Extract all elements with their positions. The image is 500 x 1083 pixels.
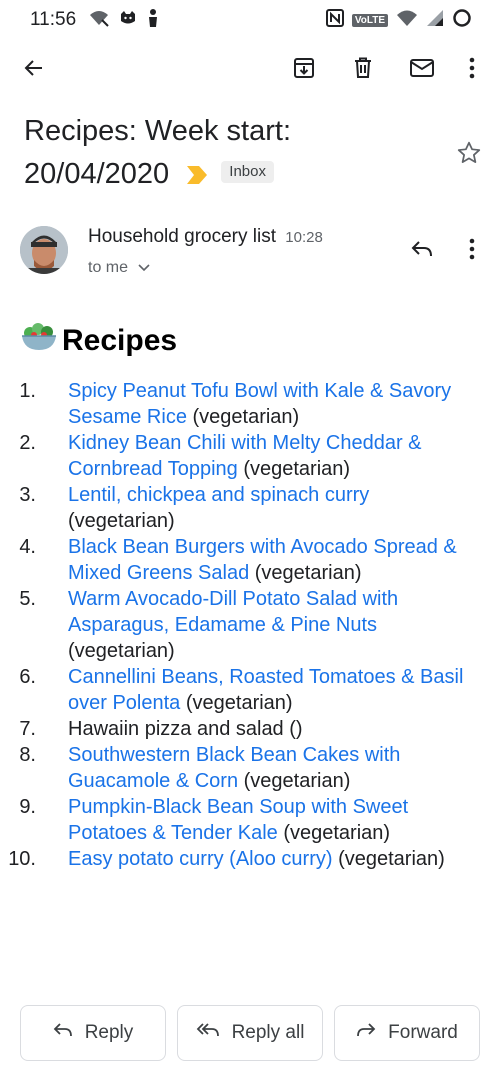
recipe-number: 9.	[19, 796, 36, 818]
reply-button-label: Reply	[84, 1022, 134, 1043]
cat-icon	[118, 8, 138, 33]
subject-line-1: Recipes: Week start:	[24, 115, 292, 147]
recipe-note: (vegetarian)	[238, 770, 351, 792]
mail-icon	[409, 56, 435, 85]
recipe-item: 10. Easy potato curry (Aloo curry) (veget…	[0, 846, 478, 872]
recipe-item: 2. Kidney Bean Chili with Melty Cheddar &…	[0, 430, 478, 482]
recipe-number: 4.	[19, 536, 36, 558]
delete-icon	[351, 56, 375, 85]
delete-button[interactable]	[343, 50, 383, 90]
recipe-note: (vegetarian)	[237, 458, 351, 480]
top-app-bar	[0, 42, 500, 98]
body-heading: Recipes	[20, 320, 177, 362]
recipe-note: (vegetarian)	[68, 640, 175, 662]
reply-button[interactable]: Reply	[20, 1005, 166, 1061]
recipe-list: 1. Spicy Peanut Tofu Bowl with Kale & Sav…	[0, 378, 500, 872]
reply-all-button-label: Reply all	[231, 1022, 305, 1043]
recipe-item: 3. Lentil, chickpea and spinach curry (ve…	[0, 482, 478, 534]
recipe-note: (vegetarian)	[249, 562, 362, 584]
star-icon	[456, 141, 482, 170]
recipe-note: (vegetarian)	[186, 406, 300, 428]
figure-icon	[146, 8, 160, 33]
recipe-item: 1. Spicy Peanut Tofu Bowl with Kale & Sav…	[0, 378, 478, 430]
recipe-item: 6. Cannellini Beans, Roasted Tomatoes & B…	[0, 664, 478, 716]
status-time: 11:56	[30, 9, 77, 30]
recipe-number: 8.	[19, 744, 36, 766]
sender-avatar[interactable]	[20, 226, 68, 274]
recipe-link[interactable]: Easy potato curry (Aloo curry)	[68, 848, 333, 870]
recipe-note: Hawaiin pizza and salad ()	[68, 718, 303, 740]
mark-unread-button[interactable]	[402, 50, 442, 90]
recipe-link[interactable]: Warm Avocado-Dill Potato Salad with Aspa…	[68, 588, 398, 636]
recipe-link[interactable]: Lentil, chickpea and spinach curry	[68, 484, 369, 506]
volte-badge: VoLTE	[351, 14, 388, 27]
recipe-number: 7.	[19, 718, 36, 740]
recipe-item: 5. Warm Avocado-Dill Potato Salad with As…	[0, 586, 478, 664]
more-vert-icon	[469, 238, 475, 265]
archive-icon	[292, 56, 316, 85]
chevron-down-icon	[132, 259, 151, 276]
forward-icon	[356, 1022, 376, 1044]
inbox-label-chip[interactable]: Inbox	[221, 161, 274, 184]
recipe-note: (vegetarian)	[332, 848, 445, 870]
recipe-link[interactable]: Southwestern Black Bean Cakes with Guaca…	[68, 744, 400, 792]
reply-icon	[53, 1022, 73, 1044]
archive-button[interactable]	[284, 50, 324, 90]
signal-icon	[426, 9, 444, 32]
reply-all-icon	[196, 1022, 220, 1044]
recipe-number: 10.	[8, 848, 36, 870]
reply-icon-button[interactable]	[402, 231, 442, 271]
email-subject: Recipes: Week start: 20/04/2020 Inbox	[24, 110, 444, 197]
message-more-button[interactable]	[452, 231, 492, 271]
recipient-text: to me	[88, 259, 129, 276]
wifi-icon	[396, 9, 418, 32]
status-bar: 11:56 VoLTE	[0, 0, 500, 40]
reply-all-button[interactable]: Reply all	[177, 1005, 323, 1061]
back-arrow-icon	[22, 56, 46, 85]
salad-bowl-icon	[20, 320, 62, 362]
recipe-item: 4. Black Bean Burgers with Avocado Spread…	[0, 534, 478, 586]
heading-text: Recipes	[62, 324, 178, 357]
wifi-calling-icon	[88, 8, 110, 33]
recipe-number: 1.	[19, 380, 36, 402]
recipe-number: 2.	[19, 432, 36, 454]
important-marker-icon[interactable]	[187, 154, 208, 197]
recipient-toggle[interactable]: to me	[88, 259, 151, 277]
sender-line: Household grocery list 10:28	[88, 226, 323, 248]
recipe-number: 5.	[19, 588, 36, 610]
loading-circle-icon	[452, 8, 472, 33]
more-options-button[interactable]	[452, 50, 492, 90]
recipe-item: 9. Pumpkin-Black Bean Soup with Sweet Pot…	[0, 794, 478, 846]
recipe-item: 8. Southwestern Black Bean Cakes with Gua…	[0, 742, 478, 794]
star-button[interactable]	[456, 140, 482, 171]
nfc-icon	[325, 9, 344, 32]
back-button[interactable]	[14, 50, 54, 90]
recipe-note: (vegetarian)	[180, 692, 293, 714]
recipe-item: 7. Hawaiin pizza and salad ()	[0, 716, 478, 742]
recipe-number: 3.	[19, 484, 36, 506]
action-bar: Reply Reply all Forward	[20, 1005, 480, 1063]
sender-name[interactable]: Household grocery list	[88, 226, 276, 247]
recipe-note: (vegetarian)	[277, 822, 391, 844]
email-time: 10:28	[285, 229, 323, 246]
forward-button[interactable]: Forward	[334, 1005, 480, 1061]
subject-line-2: 20/04/2020	[24, 158, 170, 190]
more-vert-icon	[469, 57, 475, 84]
recipe-number: 6.	[19, 666, 36, 688]
forward-button-label: Forward	[388, 1022, 458, 1043]
reply-icon	[410, 239, 434, 264]
recipe-note: (vegetarian)	[68, 510, 175, 532]
